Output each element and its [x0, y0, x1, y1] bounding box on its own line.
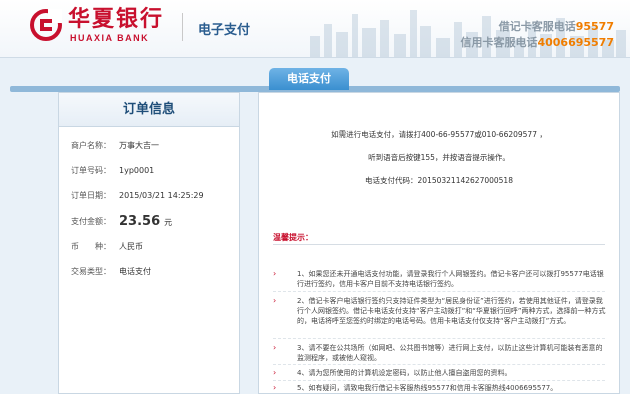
- tip-text: 5、如有疑问，请致电我行借记卡客服热线95577和信用卡客服热线40066955…: [297, 384, 558, 392]
- tab-phone-payment[interactable]: 电话支付: [269, 68, 349, 90]
- order-label: 订单号码：: [71, 166, 111, 175]
- order-value: 电话支付: [119, 267, 151, 276]
- order-value: 23.56 元: [119, 215, 172, 230]
- tips-divider: [273, 244, 605, 245]
- order-row-order-date: 订单日期： 2015/03/21 14:25:29: [59, 189, 241, 203]
- credit-hotline-number: 4006695577: [537, 36, 614, 49]
- order-info-title: 订单信息: [59, 93, 239, 127]
- order-value: 2015/03/21 14:25:29: [119, 191, 204, 200]
- order-row-order-number: 订单号码： 1yp0001: [59, 164, 241, 178]
- payment-code-label: 电话支付代码：: [365, 176, 418, 185]
- order-info-panel: 订单信息 商户名称： 万事大吉一 订单号码： 1yp0001 订单日期： 201…: [58, 92, 240, 394]
- debit-hotline-label: 借记卡客服电话: [498, 20, 576, 33]
- order-label: 币 种：: [71, 242, 111, 251]
- order-label: 支付金额：: [71, 217, 111, 226]
- bank-name-english: HUAXIA BANK: [70, 33, 150, 43]
- payment-amount: 23.56: [119, 214, 161, 229]
- order-row-amount: 支付金额： 23.56 元: [59, 215, 241, 229]
- chevron-right-icon: ›: [273, 269, 277, 278]
- order-row-transaction-type: 交易类型： 电话支付: [59, 265, 241, 279]
- bank-name-chinese: 华夏银行: [68, 7, 165, 32]
- tip-separator: [273, 380, 605, 381]
- order-label: 交易类型：: [71, 267, 111, 276]
- chevron-right-icon: ›: [273, 343, 277, 352]
- debit-card-hotline: 借记卡客服电话95577: [499, 18, 614, 34]
- chevron-right-icon: ›: [273, 368, 277, 377]
- tips-title: 温馨提示：: [273, 233, 313, 242]
- order-label: 订单日期：: [71, 191, 111, 200]
- tip-separator: [273, 338, 605, 339]
- payment-code-value: 20150321142627000518: [417, 176, 513, 185]
- order-value: 1yp0001: [119, 166, 155, 175]
- payment-code-line: 电话支付代码：20150321142627000518: [259, 175, 619, 186]
- order-row-merchant: 商户名称： 万事大吉一: [59, 139, 241, 153]
- tip-text: 2、借记卡客户电话银行签约只支持证件类型为“居民身份证”进行签约，若使用其他证件…: [297, 297, 606, 325]
- debit-hotline-number: 95577: [575, 20, 614, 33]
- order-value: 万事大吉一: [119, 141, 159, 150]
- amount-unit: 元: [164, 218, 173, 227]
- page-header: 华夏银行 HUAXIA BANK 电子支付 借记卡客服电话95577 信用卡客服…: [0, 0, 630, 58]
- chevron-right-icon: ›: [273, 296, 277, 305]
- tip-text: 1、如果您还未开通电话支付功能，请登录我行个人网银签约。借记卡客户还可以拨打95…: [297, 270, 604, 288]
- credit-card-hotline: 信用卡客服电话4006695577: [460, 34, 614, 50]
- huaxia-bank-logo-icon: [30, 9, 62, 41]
- tip-separator: [273, 364, 605, 365]
- tip-separator: [273, 291, 605, 292]
- credit-hotline-label: 信用卡客服电话: [460, 36, 538, 49]
- chevron-right-icon: ›: [273, 383, 277, 392]
- dial-instruction: 如需进行电话支付，请拨打400-66-95577或010-66209577 ，: [331, 130, 547, 139]
- order-label: 商户名称：: [71, 141, 111, 150]
- phone-payment-panel: 如需进行电话支付，请拨打400-66-95577或010-66209577 ， …: [258, 92, 620, 394]
- header-divider: [182, 13, 183, 41]
- keypress-instruction: 听到语音后按键155，并按语音提示操作。: [368, 153, 510, 162]
- order-row-currency: 币 种： 人民币: [59, 240, 241, 254]
- order-value: 人民币: [119, 242, 143, 251]
- tip-text: 3、请不要在公共场所（如网吧、公共图书馆等）进行网上支付，以防止这些计算机可能装…: [297, 344, 603, 362]
- tip-text: 4、请为您所使用的计算机设定密码，以防止他人擅自盗用您的资料。: [297, 369, 512, 377]
- page-title: 电子支付: [198, 23, 251, 38]
